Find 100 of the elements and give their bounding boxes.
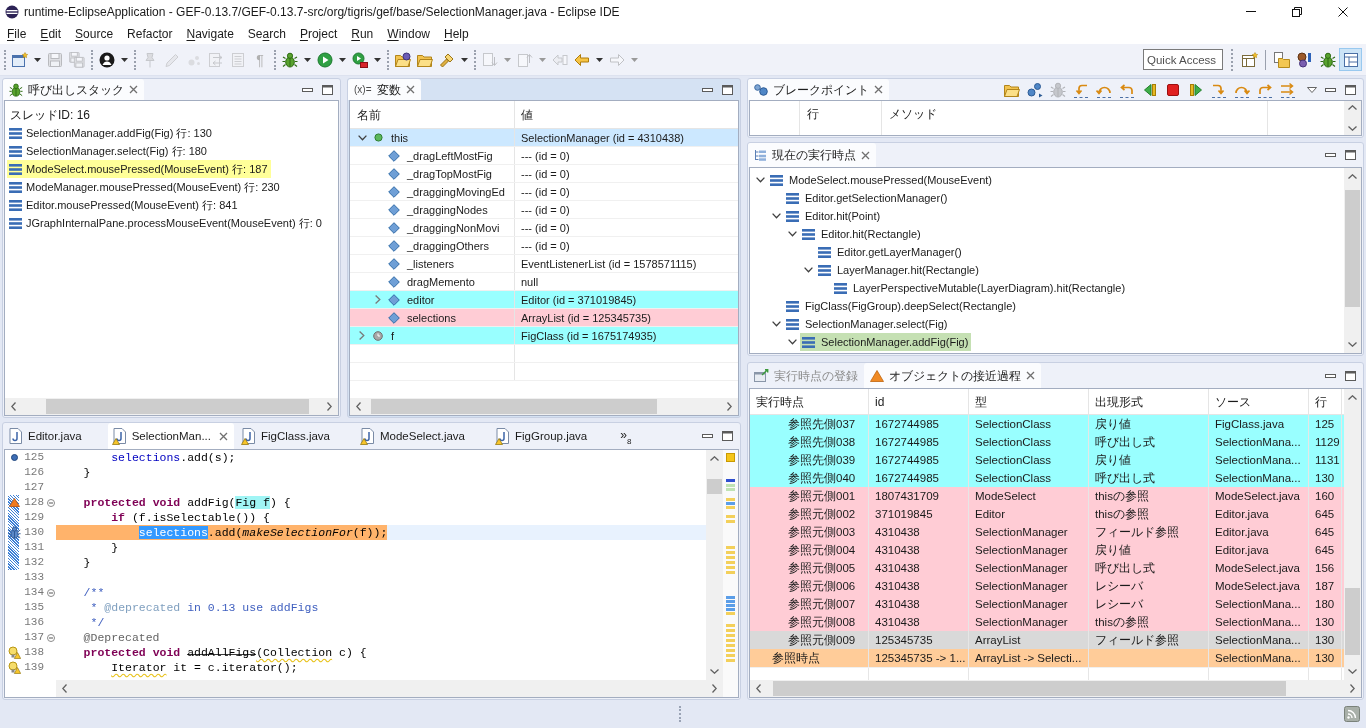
tree-item[interactable]: Editor.hit(Rectangle) bbox=[800, 225, 924, 243]
scroll-down-icon[interactable] bbox=[1348, 126, 1357, 131]
menu-item[interactable]: Refactor bbox=[120, 23, 180, 44]
table-row[interactable]: 参照先側040 1672744985 SelectionClass 呼び出し式 SelectionMana... 130 bbox=[750, 469, 1344, 487]
close-icon[interactable] bbox=[874, 85, 883, 94]
dropdown-caret-icon[interactable] bbox=[374, 57, 381, 62]
scrollbar-thumb[interactable] bbox=[772, 681, 1287, 696]
maximize-button[interactable] bbox=[721, 83, 734, 96]
table-row[interactable]: this SelectionManager (id = 4310438) bbox=[350, 129, 738, 147]
table-row[interactable]: 参照元側007 4310438 SelectionManager レシーバ SelectionMana... 180 bbox=[750, 595, 1344, 613]
menu-item[interactable]: Run bbox=[344, 23, 381, 44]
vertical-scrollbar[interactable] bbox=[1344, 101, 1361, 135]
collapse-icon[interactable] bbox=[46, 498, 55, 507]
column-header[interactable]: 名前 bbox=[357, 105, 381, 124]
minimize-button[interactable] bbox=[701, 433, 714, 439]
scrollbar-thumb[interactable] bbox=[45, 399, 309, 414]
editor-tab[interactable]: FigGroup.java bbox=[491, 423, 611, 449]
scroll-right-icon[interactable] bbox=[1350, 684, 1355, 693]
table-row[interactable]: 参照元側006 4310438 SelectionManager レシーバ ModeSelect.java 187 bbox=[750, 577, 1344, 595]
table-row[interactable]: _draggingNonMovi --- (id = 0) bbox=[350, 219, 738, 237]
chevron-right-icon[interactable] bbox=[359, 331, 365, 340]
table-row[interactable]: f FigClass (id = 1675174935) bbox=[350, 327, 738, 345]
menu-item[interactable]: Search bbox=[240, 23, 293, 44]
view-menu-icon[interactable] bbox=[1307, 86, 1317, 93]
collapse-icon[interactable] bbox=[46, 588, 55, 597]
scroll-left-icon[interactable] bbox=[356, 402, 361, 411]
tree-item[interactable]: FigClass(FigGroup).deepSelect(Rectangle) bbox=[784, 297, 1019, 315]
editor-tab[interactable]: ModeSelect.java bbox=[356, 423, 489, 449]
table-row[interactable]: 参照元側004 4310438 SelectionManager 戻り値 Editor.java 645 bbox=[750, 541, 1344, 559]
table-row[interactable]: 参照元側008 4310438 SelectionManager thisの参照 SelectionMana... 130 bbox=[750, 613, 1344, 631]
maximize-button[interactable] bbox=[321, 83, 334, 96]
table-row[interactable]: 参照元側001 1807431709 ModeSelect thisの参照 ModeSelect.java 160 bbox=[750, 487, 1344, 505]
editor-tab[interactable]: Editor.java bbox=[4, 423, 105, 449]
chevron-down-icon[interactable] bbox=[787, 231, 797, 237]
chevron-down-icon[interactable] bbox=[787, 339, 797, 345]
tree-item[interactable]: Editor.hit(Point) bbox=[784, 207, 884, 225]
scroll-up-icon[interactable] bbox=[710, 456, 719, 461]
table-row[interactable]: _draggingMovingEd --- (id = 0) bbox=[350, 183, 738, 201]
editor-tab[interactable]: SelectionMan... bbox=[107, 423, 234, 449]
stack-frame-item[interactable]: ModeManager.mousePressed(MouseEvent) 行: 230 bbox=[7, 178, 283, 196]
column-header[interactable]: 実行時点 bbox=[756, 392, 804, 411]
menu-item[interactable]: File bbox=[0, 23, 34, 44]
table-row[interactable]: _dragTopMostFig --- (id = 0) bbox=[350, 165, 738, 183]
chevron-right-icon[interactable] bbox=[375, 295, 381, 304]
vertical-scrollbar[interactable] bbox=[1344, 389, 1361, 680]
scroll-right-icon[interactable] bbox=[727, 402, 732, 411]
close-icon[interactable] bbox=[1026, 371, 1035, 380]
maximize-button[interactable] bbox=[1344, 83, 1357, 96]
dropdown-caret-icon[interactable] bbox=[121, 57, 128, 62]
close-icon[interactable] bbox=[861, 150, 870, 160]
minimize-button[interactable] bbox=[301, 86, 314, 93]
table-row[interactable]: _draggingNodes --- (id = 0) bbox=[350, 201, 738, 219]
close-icon[interactable] bbox=[129, 85, 138, 94]
menu-item[interactable]: Edit bbox=[33, 23, 69, 44]
scroll-right-icon[interactable] bbox=[712, 684, 717, 693]
table-row[interactable]: _draggingOthers --- (id = 0) bbox=[350, 237, 738, 255]
minimize-button[interactable] bbox=[1324, 86, 1337, 93]
menu-item[interactable]: Help bbox=[437, 23, 476, 44]
table-row[interactable]: 参照元側003 4310438 SelectionManager フィールド参照 Editor.java 645 bbox=[750, 523, 1344, 541]
minimize-button[interactable] bbox=[1324, 152, 1337, 158]
vertical-scrollbar[interactable] bbox=[706, 450, 723, 680]
column-header[interactable]: id bbox=[875, 392, 885, 411]
dropdown-caret-icon[interactable] bbox=[339, 57, 346, 62]
stack-frame-item[interactable]: SelectionManager.addFig(Fig) 行: 130 bbox=[7, 124, 215, 142]
table-row[interactable]: selections ArrayList (id = 125345735) bbox=[350, 309, 738, 327]
column-header[interactable]: 行 bbox=[1315, 392, 1327, 411]
table-row[interactable]: _dragLeftMostFig --- (id = 0) bbox=[350, 147, 738, 165]
dropdown-caret-icon[interactable] bbox=[34, 57, 41, 62]
chevron-down-icon[interactable] bbox=[803, 267, 813, 273]
tree-item[interactable]: ModeSelect.mousePressed(MouseEvent) bbox=[768, 171, 995, 189]
horizontal-scrollbar[interactable] bbox=[5, 398, 338, 415]
stack-frame-item[interactable]: SelectionManager.select(Fig) 行: 180 bbox=[7, 142, 210, 160]
chevron-down-icon[interactable] bbox=[357, 134, 367, 141]
dropdown-caret-icon[interactable] bbox=[596, 57, 603, 62]
horizontal-scrollbar[interactable] bbox=[750, 680, 1361, 697]
table-row[interactable]: 参照元側002 371019845 Editor thisの参照 Editor.java 645 bbox=[750, 505, 1344, 523]
maximize-button[interactable] bbox=[1344, 369, 1357, 382]
column-header[interactable]: 行 bbox=[807, 106, 819, 122]
scroll-up-icon[interactable] bbox=[1348, 105, 1357, 110]
column-header[interactable]: ソース bbox=[1215, 392, 1251, 411]
scroll-down-icon[interactable] bbox=[1348, 669, 1357, 674]
table-row[interactable]: 参照先側038 1672744985 SelectionClass 呼び出し式 SelectionMana... 1129 bbox=[750, 433, 1344, 451]
stack-frame-item[interactable]: Editor.mousePressed(MouseEvent) 行: 841 bbox=[7, 196, 241, 214]
scroll-right-icon[interactable] bbox=[327, 402, 332, 411]
stack-frame-item[interactable]: JGraphInternalPane.processMouseEvent(MouseEvent) 行: 0 bbox=[7, 214, 325, 232]
scroll-left-icon[interactable] bbox=[756, 684, 761, 693]
menu-item[interactable]: Project bbox=[292, 23, 345, 44]
scroll-up-icon[interactable] bbox=[1348, 395, 1357, 400]
chevron-down-icon[interactable] bbox=[771, 321, 781, 327]
column-header[interactable]: メソッド bbox=[889, 106, 937, 122]
quick-access-field[interactable]: Quick Access bbox=[1143, 49, 1223, 70]
minimize-button[interactable] bbox=[701, 86, 714, 93]
editor-tab[interactable]: FigClass.java bbox=[236, 423, 353, 449]
stack-frame-item[interactable]: ModeSelect.mousePressed(MouseEvent) 行: 187 bbox=[7, 160, 271, 178]
scroll-down-icon[interactable] bbox=[710, 669, 719, 674]
scroll-left-icon[interactable] bbox=[11, 402, 16, 411]
horizontal-scrollbar[interactable] bbox=[56, 680, 723, 697]
tree-item[interactable]: LayerManager.hit(Rectangle) bbox=[816, 261, 982, 279]
scrollbar-thumb[interactable] bbox=[370, 399, 658, 414]
view-tab[interactable]: 呼び出しスタック bbox=[3, 79, 144, 100]
